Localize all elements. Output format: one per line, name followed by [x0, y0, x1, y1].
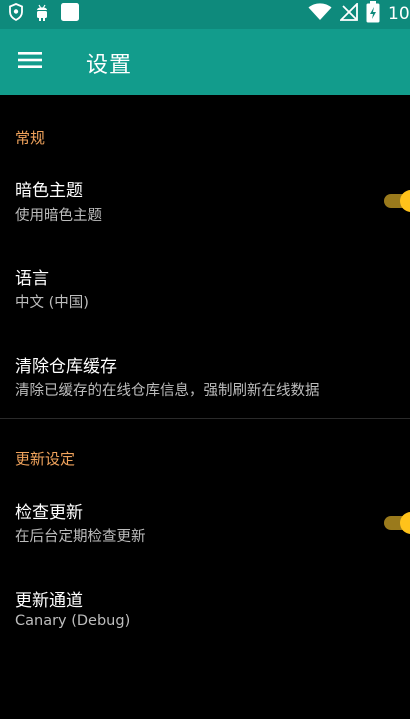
status-time: 10: [388, 4, 410, 24]
battery-charging-icon: [366, 1, 380, 27]
pref-clear-repo-cache[interactable]: 清除仓库缓存 清除已缓存的在线仓库信息，强制刷新在线数据: [0, 338, 410, 416]
notification-square-icon: [60, 2, 80, 26]
check-updates-switch[interactable]: [384, 509, 410, 535]
pref-title: 语言: [15, 269, 49, 289]
android-icon: [34, 3, 50, 25]
settings-screen: 10 设置 常规 暗色主题 使用暗色主题 语言 中文 (中国) 清除仓库缓存 清…: [0, 0, 410, 719]
app-toolbar: 设置: [0, 29, 410, 95]
pref-update-channel[interactable]: 更新通道 Canary (Debug): [0, 572, 410, 650]
pref-summary: Canary (Debug): [15, 613, 131, 629]
pref-title: 暗色主题: [15, 181, 83, 201]
section-header-general: 常规: [15, 129, 46, 147]
pref-title: 更新通道: [15, 591, 83, 611]
switch-thumb: [400, 512, 410, 534]
status-bar-right: 10: [308, 1, 410, 27]
status-bar: 10: [0, 0, 410, 29]
no-signal-icon: [338, 1, 358, 25]
pref-title: 清除仓库缓存: [15, 357, 117, 377]
pref-summary: 在后台定期检查更新: [15, 529, 146, 545]
pref-summary: 使用暗色主题: [15, 208, 102, 224]
pref-language[interactable]: 语言 中文 (中国): [0, 250, 410, 328]
dark-theme-switch[interactable]: [384, 187, 410, 213]
switch-thumb: [400, 190, 410, 212]
hamburger-menu-icon: [18, 51, 42, 73]
status-bar-left: [8, 2, 80, 26]
section-divider: [0, 418, 410, 419]
wifi-icon: [308, 3, 332, 25]
hamburger-menu-button[interactable]: [10, 43, 50, 81]
pref-dark-theme[interactable]: 暗色主题 使用暗色主题: [0, 160, 410, 238]
pref-summary: 清除已缓存的在线仓库信息，强制刷新在线数据: [15, 383, 320, 399]
section-header-update: 更新设定: [15, 450, 76, 468]
pref-title: 检查更新: [15, 503, 83, 523]
page-title: 设置: [86, 53, 133, 78]
pref-summary: 中文 (中国): [15, 295, 89, 311]
shield-icon: [8, 3, 24, 25]
pref-check-updates[interactable]: 检查更新 在后台定期检查更新: [0, 484, 410, 562]
